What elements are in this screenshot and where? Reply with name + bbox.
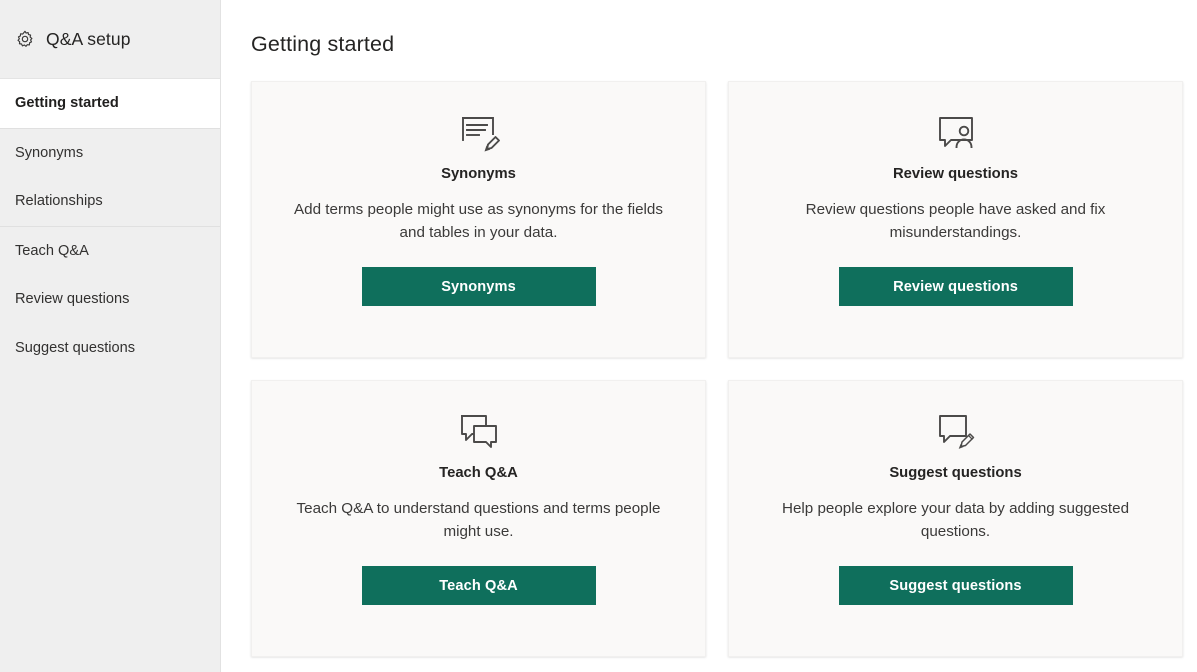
- qa-setup-window: Q&A setup Getting started Synonyms Relat…: [0, 0, 1197, 672]
- review-questions-button[interactable]: Review questions: [838, 267, 1073, 306]
- card-description: Help people explore your data by adding …: [781, 500, 1130, 540]
- card-title: Synonyms: [441, 166, 516, 182]
- suggest-questions-button[interactable]: Suggest questions: [838, 566, 1073, 605]
- teach-qa-button[interactable]: Teach Q&A: [361, 566, 596, 605]
- sidebar-nav: Getting started Synonyms Relationships T…: [0, 79, 220, 372]
- card-title: Review questions: [893, 166, 1018, 182]
- card-description: Add terms people might use as synonyms f…: [294, 201, 663, 241]
- synonyms-button[interactable]: Synonyms: [361, 267, 596, 306]
- sidebar-item-label: Relationships: [15, 193, 103, 210]
- main-content: Getting started Synonyms Add terms peopl…: [221, 0, 1197, 672]
- card-title: Teach Q&A: [439, 465, 518, 481]
- card-synonyms: Synonyms Add terms people might use as s…: [251, 81, 706, 358]
- sidebar-item-relationships[interactable]: Relationships: [0, 177, 220, 226]
- card-suggest-questions: Suggest questions Help people explore yo…: [728, 380, 1183, 657]
- card-teach-qa: Teach Q&A Teach Q&A to understand questi…: [251, 380, 706, 657]
- getting-started-card-grid: Synonyms Add terms people might use as s…: [251, 81, 1183, 657]
- sidebar-group-3: Teach Q&A Review questions Suggest quest…: [0, 227, 220, 373]
- sidebar-item-label: Getting started: [15, 95, 119, 112]
- sidebar-group-2: Synonyms Relationships: [0, 129, 220, 226]
- card-title: Suggest questions: [889, 465, 1022, 481]
- two-speech-bubbles-icon: [457, 409, 501, 455]
- card-description: Teach Q&A to understand questions and te…: [296, 500, 661, 540]
- card-description: Review questions people have asked and f…: [805, 201, 1106, 241]
- note-pencil-icon: [457, 110, 501, 156]
- sidebar-item-review-questions[interactable]: Review questions: [0, 275, 220, 324]
- speech-bubble-person-icon: [934, 110, 978, 156]
- sidebar-title: Q&A setup: [46, 28, 131, 49]
- sidebar-item-label: Suggest questions: [15, 339, 136, 356]
- card-review-questions: Review questions Review questions people…: [728, 81, 1183, 358]
- sidebar-group-1: Getting started: [0, 79, 220, 128]
- sidebar-item-label: Synonyms: [15, 144, 84, 161]
- gear-icon: [15, 29, 35, 49]
- sidebar: Q&A setup Getting started Synonyms Relat…: [0, 0, 221, 672]
- sidebar-item-label: Teach Q&A: [15, 242, 89, 259]
- sidebar-item-label: Review questions: [15, 291, 130, 308]
- sidebar-header: Q&A setup: [0, 0, 220, 79]
- speech-bubble-pencil-icon: [934, 409, 978, 455]
- sidebar-item-teach-qa[interactable]: Teach Q&A: [0, 227, 220, 276]
- sidebar-item-suggest-questions[interactable]: Suggest questions: [0, 324, 220, 373]
- sidebar-item-getting-started[interactable]: Getting started: [0, 79, 220, 128]
- page-title: Getting started: [251, 32, 395, 56]
- sidebar-item-synonyms[interactable]: Synonyms: [0, 129, 220, 178]
